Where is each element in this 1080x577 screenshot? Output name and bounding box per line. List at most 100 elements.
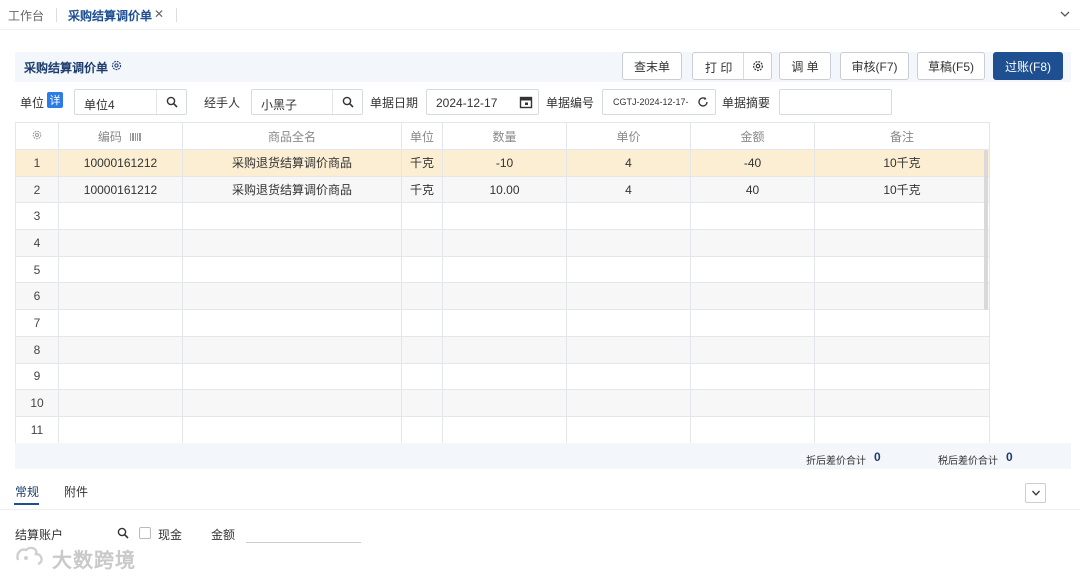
table-row[interactable]: 9 (15, 362, 990, 391)
cell-price[interactable] (566, 202, 691, 231)
unit-field[interactable]: 单位4 (74, 89, 187, 115)
cell-remark[interactable]: 10千克 (814, 175, 990, 204)
last-doc-button[interactable]: 查末单 (622, 52, 682, 80)
cell-amount[interactable] (690, 362, 815, 391)
cell-name[interactable]: 采购退货结算调价商品 (182, 149, 402, 177)
table-row[interactable]: 8 (15, 335, 990, 364)
detail-badge[interactable]: 详 (47, 92, 63, 108)
cell-price[interactable] (566, 282, 691, 311)
cell-price[interactable] (566, 255, 691, 284)
cell-unit[interactable] (401, 255, 443, 284)
table-row[interactable]: 1 10000161212 采购退货结算调价商品 千克 -10 4 -40 10… (15, 149, 990, 177)
cell-qty[interactable] (442, 415, 567, 444)
cell-amount[interactable] (690, 415, 815, 444)
table-row[interactable]: 2 10000161212 采购退货结算调价商品 千克 10.00 4 40 1… (15, 175, 990, 204)
cell-code[interactable] (58, 362, 183, 391)
cell-qty[interactable] (442, 282, 567, 311)
table-row[interactable]: 10 (15, 389, 990, 417)
cell-code[interactable] (58, 255, 183, 284)
cell-name[interactable] (182, 229, 402, 257)
cell-qty[interactable] (442, 389, 567, 417)
cell-qty[interactable] (442, 335, 567, 364)
cell-amount[interactable]: 40 (690, 175, 815, 204)
table-row[interactable]: 5 (15, 255, 990, 284)
cell-qty[interactable] (442, 309, 567, 337)
cell-name[interactable] (182, 389, 402, 417)
cell-unit[interactable]: 千克 (401, 149, 443, 177)
cell-amount[interactable] (690, 229, 815, 257)
cell-amount[interactable] (690, 309, 815, 337)
cell-price[interactable]: 4 (566, 175, 691, 204)
handler-search-button[interactable] (332, 90, 362, 114)
cell-remark[interactable] (814, 309, 990, 337)
cell-remark[interactable] (814, 255, 990, 284)
cell-amount[interactable]: -40 (690, 149, 815, 177)
cell-unit[interactable] (401, 202, 443, 231)
tab-purchase-adjust[interactable]: 采购结算调价单 (68, 7, 152, 24)
cell-code[interactable] (58, 282, 183, 311)
post-button[interactable]: 过账(F8) (993, 52, 1063, 80)
cell-remark[interactable] (814, 282, 990, 311)
cell-unit[interactable] (401, 229, 443, 257)
cell-remark[interactable]: 10千克 (814, 149, 990, 177)
header-code[interactable]: 编码 (58, 122, 183, 150)
cell-code[interactable]: 10000161212 (58, 175, 183, 204)
cell-price[interactable] (566, 362, 691, 391)
cell-remark[interactable] (814, 362, 990, 391)
tab-workbench[interactable]: 工作台 (8, 7, 44, 24)
table-row[interactable]: 6 (15, 282, 990, 311)
header-amount[interactable]: 金额 (690, 122, 815, 150)
cash-checkbox[interactable] (139, 527, 151, 539)
refresh-icon[interactable] (697, 96, 709, 108)
table-row[interactable]: 3 (15, 202, 990, 231)
cell-remark[interactable] (814, 415, 990, 444)
cell-unit[interactable] (401, 389, 443, 417)
cell-code[interactable] (58, 389, 183, 417)
audit-button[interactable]: 审核(F7) (840, 52, 909, 80)
header-qty[interactable]: 数量 (442, 122, 567, 150)
cell-qty[interactable] (442, 229, 567, 257)
unit-search-button[interactable] (156, 90, 186, 114)
cell-amount[interactable] (690, 389, 815, 417)
cell-remark[interactable] (814, 389, 990, 417)
table-row[interactable]: 4 (15, 229, 990, 257)
cell-qty[interactable]: 10.00 (442, 175, 567, 204)
cell-code[interactable]: 10000161212 (58, 149, 183, 177)
calendar-icon[interactable] (519, 95, 533, 109)
cell-qty[interactable] (442, 362, 567, 391)
draft-button[interactable]: 草稿(F5) (917, 52, 985, 80)
summary-input[interactable] (779, 89, 892, 115)
header-name[interactable]: 商品全名 (182, 122, 402, 150)
cell-amount[interactable] (690, 282, 815, 311)
adjust-button[interactable]: 调 单 (779, 52, 831, 80)
cell-amount[interactable] (690, 335, 815, 364)
cell-unit[interactable] (401, 415, 443, 444)
table-scrollbar[interactable] (984, 150, 988, 310)
cell-amount[interactable] (690, 202, 815, 231)
cell-code[interactable] (58, 415, 183, 444)
cell-unit[interactable] (401, 362, 443, 391)
cell-name[interactable] (182, 335, 402, 364)
search-icon[interactable] (117, 527, 129, 539)
cell-unit[interactable] (401, 309, 443, 337)
header-unit[interactable]: 单位 (401, 122, 443, 150)
cell-remark[interactable] (814, 229, 990, 257)
cell-price[interactable]: 4 (566, 149, 691, 177)
cell-code[interactable] (58, 335, 183, 364)
handler-field[interactable]: 小黑子 (251, 89, 363, 115)
docno-field[interactable]: CGTJ-2024-12-17- (602, 89, 716, 115)
cell-unit[interactable] (401, 335, 443, 364)
column-settings[interactable] (15, 122, 59, 150)
chevron-down-icon[interactable] (1058, 7, 1072, 21)
cell-qty[interactable]: -10 (442, 149, 567, 177)
date-field[interactable]: 2024-12-17 (426, 89, 539, 115)
gear-icon[interactable] (110, 59, 123, 72)
tab-attachment[interactable]: 附件 (64, 483, 88, 500)
cell-price[interactable] (566, 335, 691, 364)
cell-price[interactable] (566, 415, 691, 444)
cell-code[interactable] (58, 229, 183, 257)
table-row[interactable]: 7 (15, 309, 990, 337)
cell-name[interactable] (182, 362, 402, 391)
cell-name[interactable] (182, 202, 402, 231)
cell-price[interactable] (566, 389, 691, 417)
